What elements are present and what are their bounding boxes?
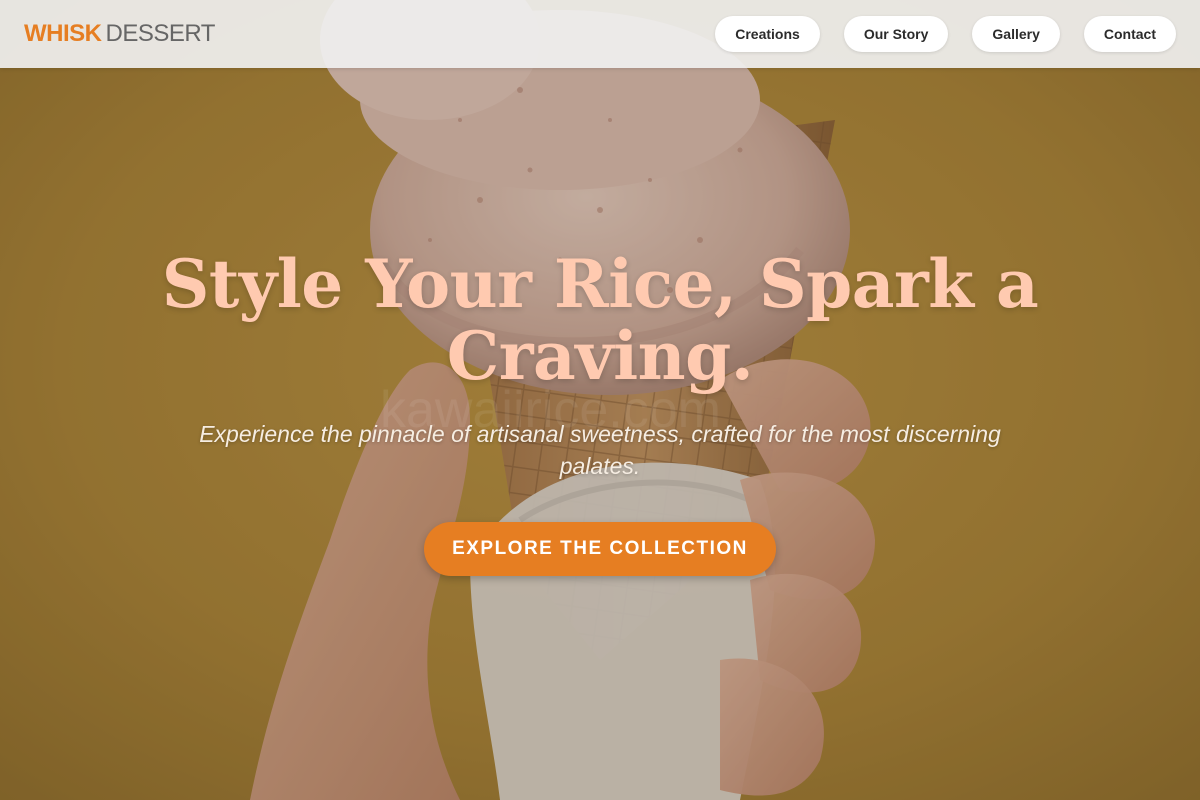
nav-gallery-button[interactable]: Gallery <box>972 16 1060 52</box>
brand-name-primary: WHISK <box>24 20 102 47</box>
brand-logo[interactable]: WHISK DESSERT <box>24 19 215 49</box>
landing-page: WHISK DESSERT Creations Our Story Gallery… <box>0 0 1200 800</box>
hero-subtitle: Experience the pinnacle of artisanal swe… <box>199 421 1001 479</box>
nav-contact-button[interactable]: Contact <box>1083 16 1176 52</box>
top-navigation-bar: WHISK DESSERT Creations Our Story Gallery… <box>0 0 1200 68</box>
brand-name-secondary: DESSERT <box>105 20 216 47</box>
nav-creations-button[interactable]: Creations <box>715 16 820 52</box>
main-nav: Creations Our Story Gallery Contact <box>715 16 1176 52</box>
hero-title: Style Your Rice, Spark a Craving. <box>161 245 1039 395</box>
nav-our-story-button[interactable]: Our Story <box>843 16 949 52</box>
explore-collection-button[interactable]: EXPLORE THE COLLECTION <box>424 522 776 576</box>
hero-section: Style Your Rice, Spark a Craving. Experi… <box>0 248 1200 576</box>
